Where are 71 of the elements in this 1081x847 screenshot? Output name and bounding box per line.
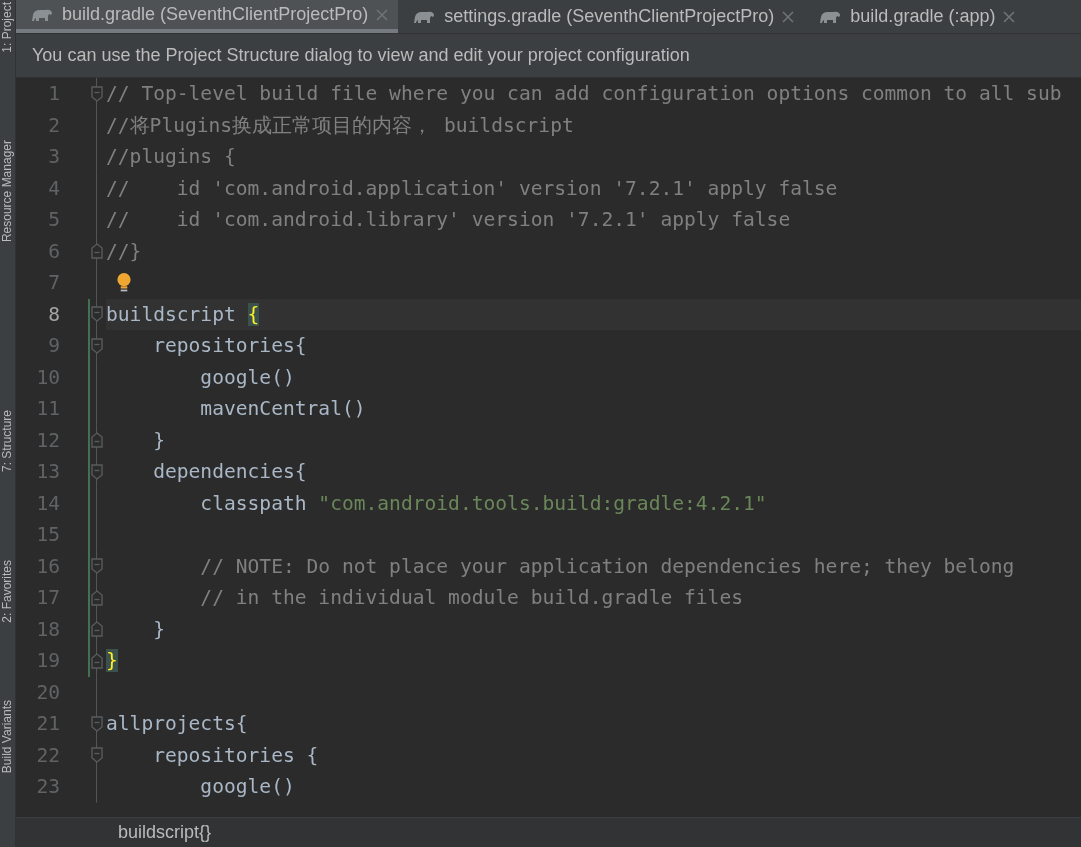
line-number: 11 — [35, 397, 60, 421]
line-number: 3 — [47, 145, 60, 169]
code-token: //} — [106, 239, 142, 263]
code-token: //plugins { — [106, 145, 236, 169]
code-token: allprojects{ — [106, 712, 248, 736]
code-token: classpath — [199, 491, 308, 515]
code-token: // in the individual module build.gradle files — [199, 586, 743, 610]
fold-icon[interactable] — [91, 337, 103, 354]
code-token: } — [152, 428, 165, 452]
line-number: 22 — [35, 743, 60, 767]
code-token: // id 'com.android.library' version '7.2.1' apply false — [106, 208, 791, 232]
tool-window-tab[interactable]: 1: Project — [0, 2, 15, 53]
line-number: 17 — [35, 586, 60, 610]
code-token: repositories{ — [152, 334, 307, 358]
editor-tab[interactable]: build.gradle (SeventhClientProjectPro) — [16, 0, 399, 33]
fold-icon[interactable] — [91, 463, 103, 480]
line-number: 4 — [47, 176, 60, 200]
editor-tab[interactable]: build.gradle (:app) — [804, 0, 1026, 33]
line-number: 1 — [47, 82, 60, 106]
line-number: 19 — [35, 649, 60, 673]
close-icon[interactable] — [782, 10, 795, 23]
line-number: 21 — [35, 712, 60, 736]
line-number: 6 — [47, 239, 60, 263]
line-number: 5 — [47, 208, 60, 232]
code-token: // NOTE: Do not place your application dependencies here; they belong — [199, 554, 1015, 578]
line-number: 20 — [35, 680, 60, 704]
code-token: // id 'com.android.application' version '7.2.1' apply false — [106, 176, 838, 200]
unfold-icon[interactable] — [91, 432, 103, 449]
line-number: 12 — [35, 428, 60, 452]
code-token: //将Plugins换成正常项目的内容， buildscript — [106, 112, 574, 139]
line-number: 16 — [35, 554, 60, 578]
tool-window-tab[interactable]: Resource Manager — [0, 140, 15, 243]
code-token: } — [152, 617, 165, 641]
line-number: 13 — [35, 460, 60, 484]
code-token: google() — [199, 365, 295, 389]
code-token: } — [106, 649, 118, 673]
lightbulb-icon[interactable] — [116, 271, 132, 294]
close-icon[interactable] — [1003, 10, 1016, 23]
tool-window-tab[interactable]: 2: Favorites — [0, 560, 15, 623]
line-number: 7 — [47, 271, 60, 295]
line-number: 18 — [35, 617, 60, 641]
code-token: repositories { — [152, 743, 319, 767]
tool-window-tab[interactable]: Build Variants — [0, 700, 15, 774]
line-number: 2 — [47, 113, 60, 137]
unfold-icon[interactable] — [91, 652, 103, 669]
tool-window-tab[interactable]: 7: Structure — [0, 410, 15, 473]
unfold-icon[interactable] — [91, 589, 103, 606]
breadcrumb[interactable]: buildscript{} — [118, 822, 212, 843]
code-token: // Top-level build file where you can add configuration options common to all sub — [106, 82, 1062, 106]
fold-icon[interactable] — [91, 558, 103, 575]
fold-icon[interactable] — [91, 306, 103, 323]
line-number: 23 — [35, 775, 60, 799]
unfold-icon[interactable] — [91, 243, 103, 260]
code-token: buildscript — [106, 302, 237, 326]
line-number: 15 — [35, 523, 60, 547]
code-token: mavenCentral() — [199, 397, 366, 421]
line-number: 14 — [35, 491, 60, 515]
unfold-icon[interactable] — [91, 621, 103, 638]
code-token: google() — [199, 775, 295, 799]
code-token: "com.android.tools.build:gradle:4.2.1" — [318, 491, 767, 515]
line-number: 8 — [47, 302, 60, 326]
close-icon[interactable] — [376, 8, 389, 21]
editor-tab[interactable]: settings.gradle (SeventhClientProjectPro) — [398, 0, 805, 33]
fold-icon[interactable] — [91, 747, 103, 764]
fold-icon[interactable] — [91, 715, 103, 732]
line-number: 10 — [35, 365, 60, 389]
notification-text: You can use the Project Structure dialog to view and edit your project configuration — [32, 45, 690, 66]
fold-icon[interactable] — [91, 85, 103, 102]
code-token: { — [247, 302, 260, 326]
code-token: dependencies{ — [152, 460, 307, 484]
line-number: 9 — [47, 334, 60, 358]
